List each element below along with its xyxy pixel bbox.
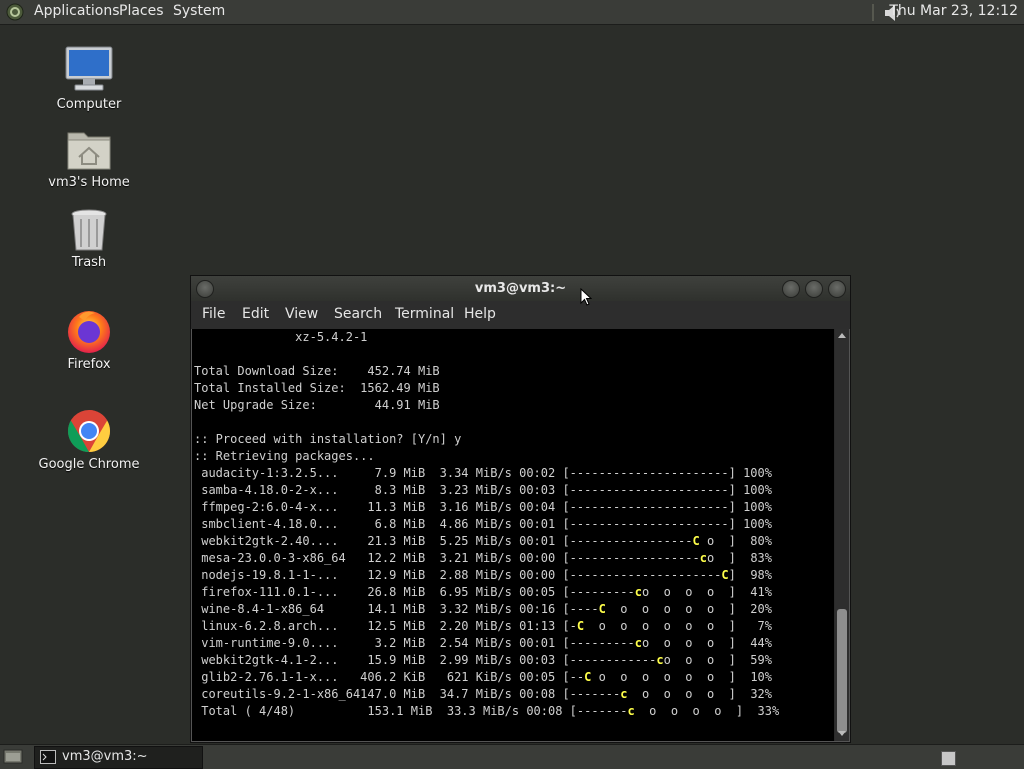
terminal-line: mesa-23.0.0-3-x86_64 12.2 MiB 3.21 MiB/s… [194,551,772,565]
window-title: vm3@vm3:~ [474,281,567,296]
top-panel: Applications Places System Thu Mar 23, 1… [0,0,1024,25]
taskbar-item-label: vm3@vm3:~ [62,749,148,764]
gnome-foot-logo-icon[interactable] [5,2,25,22]
terminal-line: audacity-1:3.2.5... 7.9 MiB 3.34 MiB/s 0… [194,466,772,480]
terminal-line: vim-runtime-9.0.... 3.2 MiB 2.54 MiB/s 0… [194,636,772,650]
terminal-menubar: File Edit View Search Terminal Help [191,301,850,329]
desktop-icon-firefox[interactable]: Firefox [29,307,149,372]
menu-help[interactable]: Help [464,306,496,322]
terminal-line: Net Upgrade Size: 44.91 MiB [194,398,440,412]
terminal-line: Total Download Size: 452.74 MiB [194,364,440,378]
terminal-line: :: Retrieving packages... [194,449,375,463]
window-titlebar[interactable]: vm3@vm3:~ [191,276,850,301]
desktop-icon-trash[interactable]: Trash [29,207,149,270]
desktop-icon-label: Computer [56,97,122,112]
terminal-line: smbclient-4.18.0... 6.8 MiB 4.86 MiB/s 0… [194,517,772,531]
desktop-icon-computer[interactable]: Computer [29,45,149,112]
terminal-line: Total Installed Size: 1562.49 MiB [194,381,440,395]
terminal-line: firefox-111.0.1-... 26.8 MiB 6.95 MiB/s … [194,585,772,599]
applications-menu[interactable]: Applications [34,3,120,19]
menu-terminal[interactable]: Terminal [395,306,454,322]
desktop-icon-label: Trash [71,255,107,270]
desktop-icon-home[interactable]: vm3's Home [29,127,149,190]
home-folder-icon [67,132,111,170]
scroll-down-arrow-icon[interactable] [838,731,846,736]
terminal-line: samba-4.18.0-2-x... 8.3 MiB 3.23 MiB/s 0… [194,483,772,497]
panel-separator [872,4,874,21]
terminal-line: nodejs-19.8.1-1-... 12.9 MiB 2.88 MiB/s … [194,568,772,582]
terminal-line: glib2-2.76.1-1-x... 406.2 KiB 621 KiB/s … [194,670,772,684]
desktop-icon-label: vm3's Home [48,175,130,190]
bottom-panel: vm3@vm3:~ [0,744,1024,769]
menu-file[interactable]: File [202,306,225,322]
terminal-line: webkit2gtk-4.1-2... 15.9 MiB 2.99 MiB/s … [194,653,772,667]
terminal-line: coreutils-9.2-1-x86_64147.0 MiB 34.7 MiB… [194,687,772,701]
terminal-line: ffmpeg-2:6.0-4-x... 11.3 MiB 3.16 MiB/s … [194,500,772,514]
trash-icon [71,209,107,251]
terminal-output[interactable]: xz-5.4.2-1 Total Download Size: 452.74 M… [192,329,834,741]
terminal-scrollbar[interactable] [835,329,849,741]
places-menu[interactable]: Places [119,3,164,19]
terminal-icon [40,750,56,764]
chrome-icon [67,410,111,452]
maximize-button[interactable] [805,280,823,298]
desktop-icon-label: Google Chrome [38,457,140,472]
taskbar-item-terminal[interactable]: vm3@vm3:~ [34,746,203,769]
terminal-line: xz-5.4.2-1 [194,330,368,344]
terminal-text: xz-5.4.2-1 Total Download Size: 452.74 M… [192,329,834,720]
system-menu[interactable]: System [173,3,225,19]
scrollbar-thumb[interactable] [837,609,847,733]
menu-view[interactable]: View [285,306,318,322]
minimize-button[interactable] [782,280,800,298]
firefox-icon [68,311,110,353]
mouse-cursor-icon [580,288,592,306]
scroll-up-arrow-icon[interactable] [838,333,846,338]
terminal-line: wine-8.4-1-x86_64 14.1 MiB 3.32 MiB/s 00… [194,602,772,616]
terminal-window[interactable]: vm3@vm3:~ File Edit View Search Terminal… [190,275,851,743]
close-button[interactable] [828,280,846,298]
menu-search[interactable]: Search [334,306,382,322]
show-desktop-icon[interactable] [3,748,23,765]
terminal-line: Total ( 4/48) 153.1 MiB 33.3 MiB/s 00:08… [194,704,780,718]
terminal-line: :: Proceed with installation? [Y/n] y [194,432,462,446]
computer-icon [65,46,113,91]
window-menu-button[interactable] [196,280,214,298]
workspace-switcher[interactable] [941,751,956,766]
desktop-icon-label: Firefox [67,357,111,372]
menu-edit[interactable]: Edit [242,306,269,322]
terminal-line: linux-6.2.8.arch... 12.5 MiB 2.20 MiB/s … [194,619,772,633]
desktop-icon-chrome[interactable]: Google Chrome [29,407,149,472]
clock[interactable]: Thu Mar 23, 12:12 [889,3,1018,19]
terminal-line: webkit2gtk-2.40.... 21.3 MiB 5.25 MiB/s … [194,534,772,548]
